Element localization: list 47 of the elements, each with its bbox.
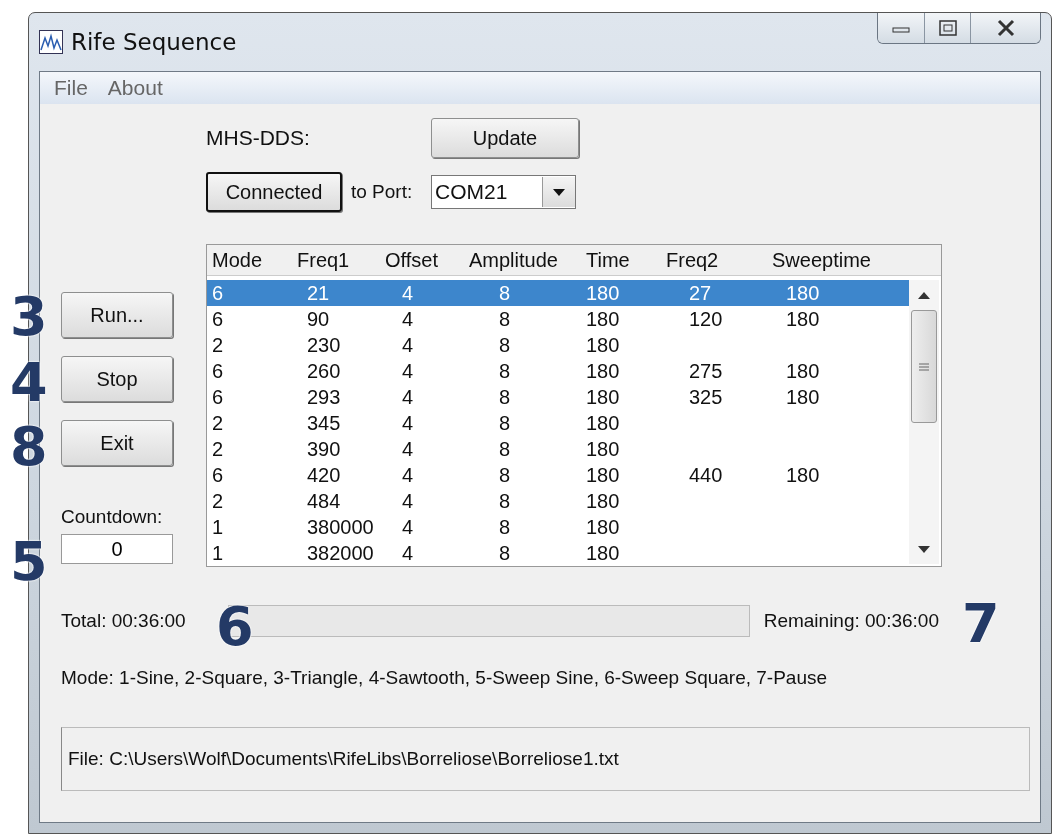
update-button[interactable]: Update — [431, 118, 579, 158]
column-header[interactable]: Freq1 — [297, 248, 385, 272]
column-header[interactable]: Mode — [212, 248, 297, 272]
callout-number: 7 — [962, 597, 1000, 651]
device-label: MHS-DDS: — [206, 126, 311, 150]
scroll-thumb[interactable] — [911, 310, 937, 423]
mode-legend: Mode: 1-Sine, 2-Square, 3-Triangle, 4-Sawtooth, 5-Sweep Sine, 6-Sweep Square, 7-Pause — [61, 667, 1040, 689]
connect-button[interactable]: Connected — [206, 172, 342, 212]
list-row[interactable]: 6 420 4 8 180 440 180 — [207, 462, 909, 488]
total-time: Total: 00:36:00 — [61, 610, 186, 632]
countdown-field[interactable]: 0 — [61, 534, 173, 564]
minimize-button[interactable] — [878, 13, 924, 43]
file-path: File: C:\Users\Wolf\Documents\RifeLibs\Borreliose\Borreliose1.txt — [68, 748, 619, 770]
scroll-up-icon[interactable] — [918, 291, 930, 299]
list-row[interactable]: 6 21 4 8 180 27 180 — [207, 280, 909, 306]
port-label: to Port: — [351, 181, 414, 203]
window-title: Rife Sequence — [71, 29, 237, 55]
action-button[interactable]: Run... — [61, 292, 173, 338]
caret-icon — [553, 188, 565, 196]
countdown-label: Countdown: — [61, 506, 164, 528]
scroll-down-icon[interactable] — [918, 545, 930, 553]
column-header[interactable]: Amplitude — [469, 248, 586, 272]
port-dropdown[interactable]: COM21 — [431, 175, 576, 209]
close-icon — [995, 19, 1016, 37]
list-row[interactable]: 2 230 4 8 180 — [207, 332, 909, 358]
list-row[interactable]: 2 484 4 8 180 — [207, 488, 909, 514]
list-row[interactable]: 1 382000 4 8 180 — [207, 540, 909, 566]
column-header[interactable]: Freq2 — [666, 248, 772, 272]
close-button[interactable] — [970, 13, 1040, 43]
maximize-button[interactable] — [924, 13, 970, 43]
menu-item[interactable]: About — [101, 76, 169, 100]
list-row[interactable]: 6 293 4 8 180 325 180 — [207, 384, 909, 410]
maximize-icon — [938, 20, 957, 36]
remaining-time: Remaining: 00:36:00 — [763, 610, 939, 632]
menu-item[interactable]: File — [48, 76, 94, 100]
app-icon — [39, 30, 63, 54]
list-row[interactable]: 1 380000 4 8 180 — [207, 514, 909, 540]
column-header[interactable]: Time — [586, 248, 666, 272]
list-row[interactable]: 2 390 4 8 180 — [207, 436, 909, 462]
column-header[interactable]: Sweeptime — [772, 248, 941, 272]
callout-number: 6 — [216, 600, 254, 654]
list-row[interactable]: 2 345 4 8 180 — [207, 410, 909, 436]
action-button[interactable]: Stop — [61, 356, 173, 402]
list-row[interactable]: 6 90 4 8 180 120 180 — [207, 306, 909, 332]
column-header[interactable]: Offset — [385, 248, 469, 272]
action-button[interactable]: Exit — [61, 420, 173, 466]
list-row[interactable]: 6 260 4 8 180 275 180 — [207, 358, 909, 384]
